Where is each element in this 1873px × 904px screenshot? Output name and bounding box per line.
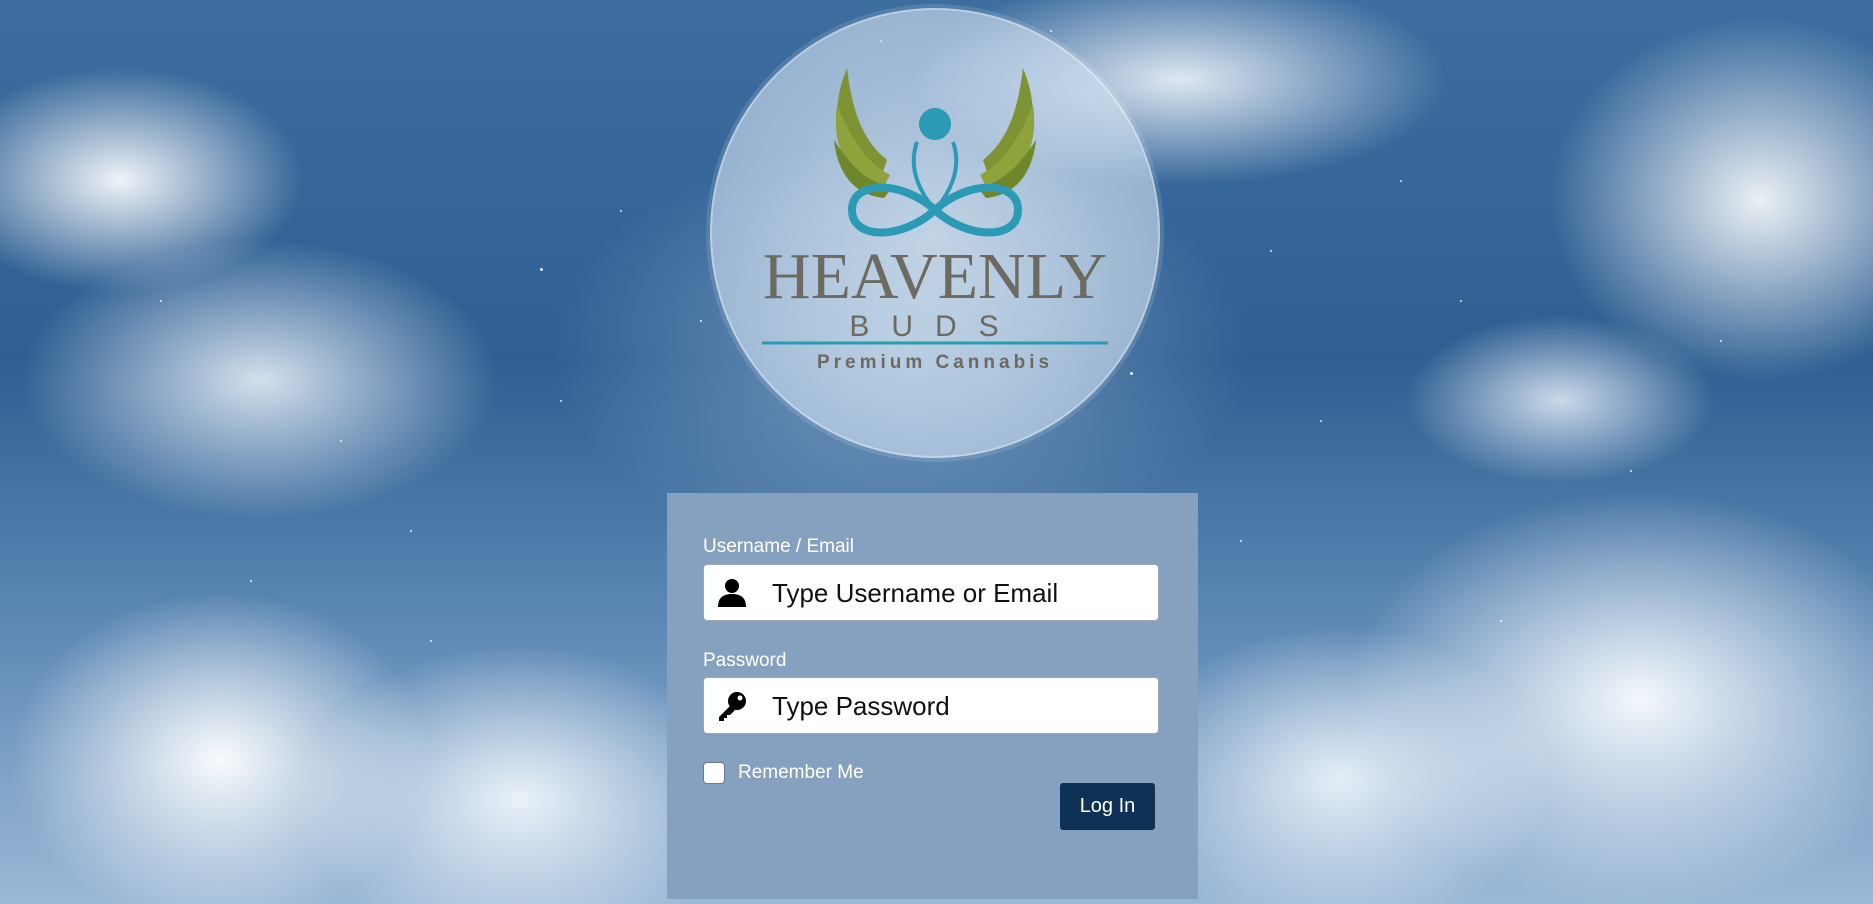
login-button[interactable]: Log In — [1060, 783, 1155, 830]
brand-logo: HEAVENLY BUDS Premium Cannabis — [710, 8, 1160, 458]
remember-me[interactable]: Remember Me — [703, 762, 864, 784]
username-label: Username / Email — [703, 536, 854, 557]
password-label: Password — [703, 650, 787, 671]
user-icon — [716, 577, 748, 609]
username-input[interactable] — [772, 571, 1142, 615]
logo-graphic: HEAVENLY BUDS Premium Cannabis — [762, 68, 1108, 373]
username-field[interactable] — [703, 564, 1159, 621]
key-icon — [716, 690, 748, 722]
login-panel: Username / Email Password Remember Me Lo… — [667, 493, 1198, 899]
password-field[interactable] — [703, 677, 1159, 734]
brand-tagline: Premium Cannabis — [817, 352, 1053, 373]
remember-label[interactable]: Remember Me — [738, 762, 864, 784]
password-input[interactable] — [772, 684, 1142, 728]
brand-name: HEAVENLY — [763, 240, 1107, 313]
remember-checkbox[interactable] — [703, 762, 725, 784]
brand-sub: BUDS — [849, 310, 1020, 343]
